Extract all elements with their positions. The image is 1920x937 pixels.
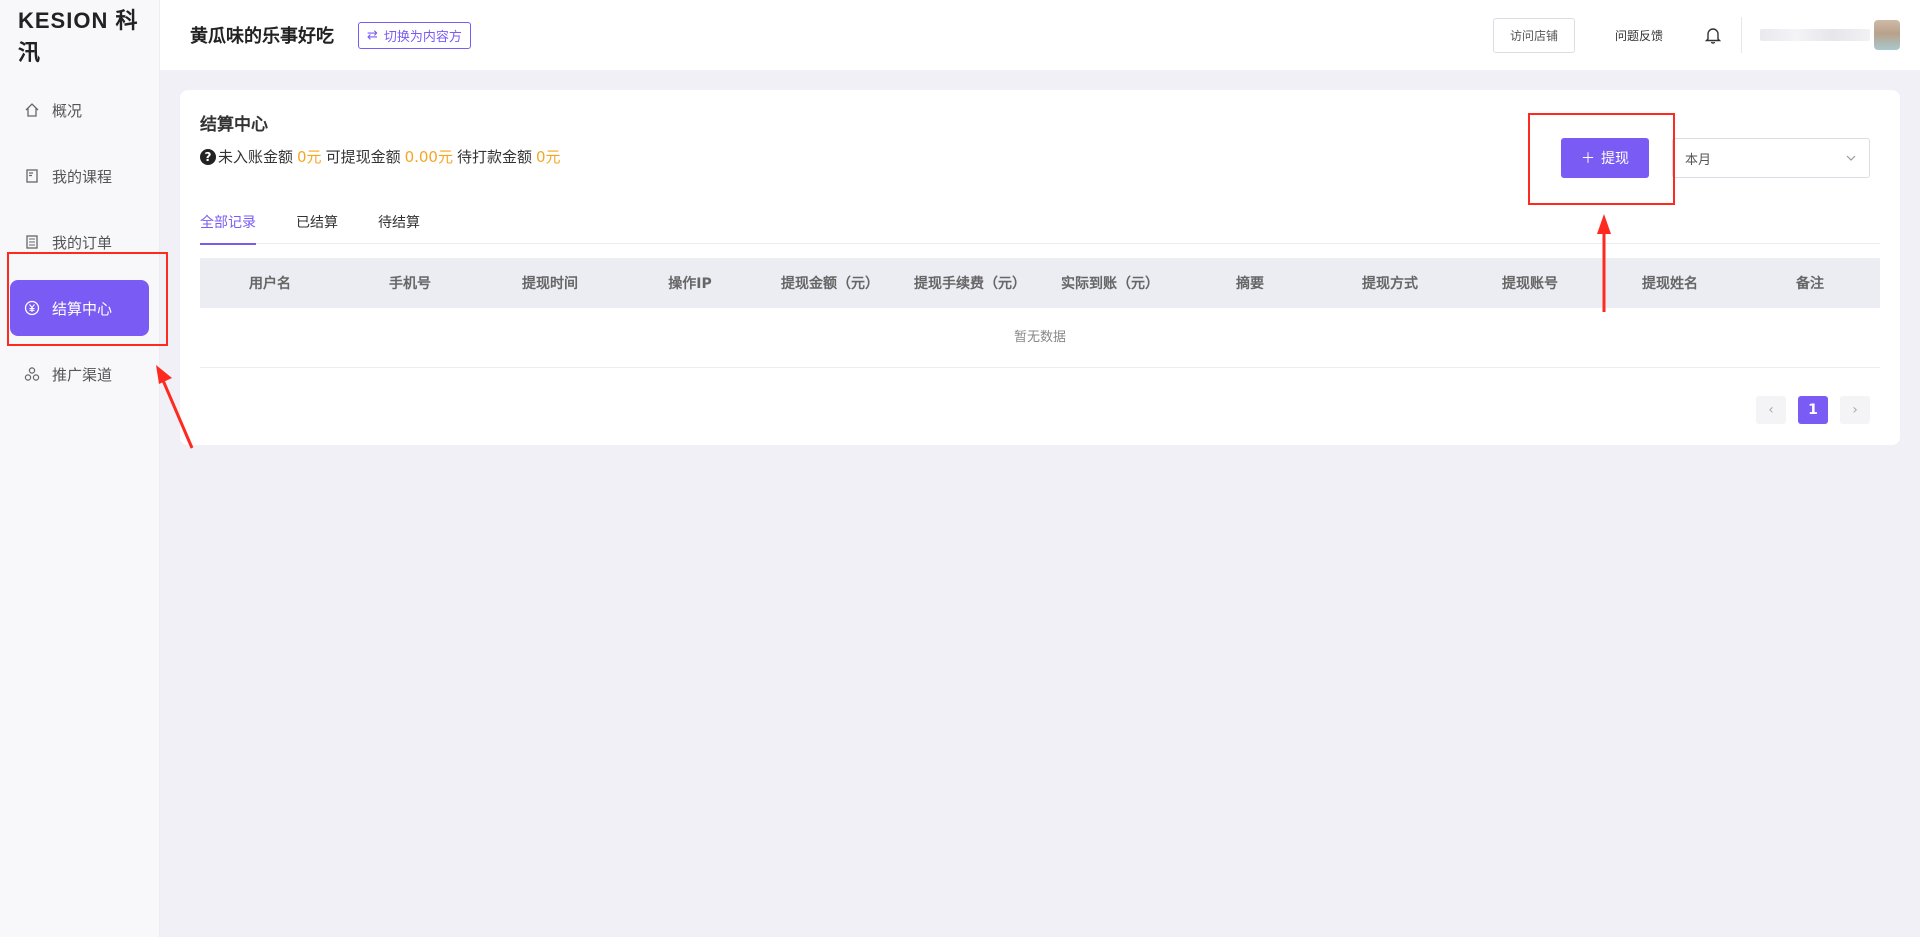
sidebar-item-label: 我的课程 (52, 167, 113, 186)
column-header: 提现时间 (522, 276, 578, 292)
next-page-button[interactable]: › (1840, 396, 1870, 424)
unbooked-value: 0元 (297, 148, 322, 166)
column-header: 实际到账（元） (1061, 276, 1159, 292)
username-blurred[interactable] (1760, 29, 1870, 41)
sidebar-item-label: 概况 (52, 101, 83, 120)
balance-summary: ? 未入账金额 0元 可提现金额 0.00元 待打款金额 0元 (200, 146, 565, 167)
help-icon[interactable]: ? (200, 148, 216, 165)
chevron-down-icon (1845, 152, 1857, 168)
withdrawable-label: 可提现金额 (325, 148, 401, 166)
switch-role-label: 切换为内容方 (383, 29, 462, 45)
column-header: 提现姓名 (1642, 276, 1698, 292)
page-button[interactable]: 1 (1798, 396, 1828, 424)
sidebar-item-label: 我的订单 (52, 233, 113, 252)
page-title: 结算中心 (200, 115, 268, 135)
period-select[interactable]: 本月 (1672, 138, 1870, 178)
annotation-arrow-sidebar (156, 365, 194, 449)
prev-page-button[interactable]: ‹ (1756, 396, 1786, 424)
pending-value: 0元 (536, 148, 561, 166)
sidebar-item-overview[interactable]: 概况 (10, 82, 149, 138)
column-header: 手机号 (389, 276, 431, 292)
switch-role-button[interactable]: ⇄ 切换为内容方 (358, 21, 471, 49)
shop-name: 黄瓜味的乐事好吃 (190, 26, 334, 47)
withdrawable-value: 0.00元 (404, 148, 453, 166)
column-header: 操作IP (668, 276, 712, 292)
annotation-box-sidebar (7, 252, 168, 346)
channel-icon (24, 366, 40, 382)
top-header: 黄瓜味的乐事好吃 ⇄ 切换为内容方 访问店铺 问题反馈 (160, 0, 1920, 70)
sidebar-item-label: 推广渠道 (52, 365, 113, 384)
sidebar-item-channels[interactable]: 推广渠道 (10, 346, 149, 402)
withdraw-table: 用户名 手机号 提现时间 操作IP 提现金额（元） 提现手续费（元） 实际到账（… (200, 258, 1880, 368)
logo: KESION 科汛 (18, 8, 139, 65)
sidebar-nav: 概况 我的课程 我的订单 结算中心 推广渠道 (0, 82, 159, 402)
empty-state: 暂无数据 (200, 308, 1880, 368)
swap-icon: ⇄ (367, 27, 378, 43)
tab-settled[interactable]: 已结算 (296, 202, 338, 244)
column-header: 提现账号 (1502, 276, 1558, 292)
annotation-box-withdraw (1528, 113, 1675, 205)
pagination: ‹ 1 › (1756, 396, 1870, 424)
pending-label: 待打款金额 (456, 148, 532, 166)
annotation-arrow-withdraw (1597, 214, 1611, 312)
avatar[interactable] (1874, 20, 1900, 50)
sidebar: KESION 科汛 概况 我的课程 我的订单 结算中心 推广渠道 (0, 0, 160, 937)
header-actions: 访问店铺 问题反馈 (1492, 0, 1920, 70)
period-select-value: 本月 (1685, 152, 1712, 168)
column-header: 备注 (1796, 276, 1824, 292)
order-icon (24, 234, 40, 250)
tab-pending[interactable]: 待结算 (378, 202, 420, 244)
home-icon (24, 102, 40, 118)
column-header: 提现手续费（元） (914, 276, 1026, 292)
visit-store-button[interactable]: 访问店铺 (1492, 17, 1575, 53)
feedback-link[interactable]: 问题反馈 (1615, 27, 1663, 44)
sidebar-item-courses[interactable]: 我的课程 (10, 148, 149, 204)
header-divider (1741, 17, 1742, 53)
column-header: 摘要 (1236, 276, 1264, 292)
unbooked-label: 未入账金额 (218, 148, 294, 166)
tab-all-records[interactable]: 全部记录 (200, 202, 256, 245)
record-tabs: 全部记录 已结算 待结算 (200, 202, 1880, 245)
column-header: 提现方式 (1362, 276, 1418, 292)
course-icon (24, 168, 40, 184)
table-header: 用户名 手机号 提现时间 操作IP 提现金额（元） 提现手续费（元） 实际到账（… (200, 258, 1880, 308)
column-header: 提现金额（元） (781, 276, 879, 292)
bell-icon[interactable] (1703, 25, 1723, 45)
column-header: 用户名 (249, 276, 291, 292)
